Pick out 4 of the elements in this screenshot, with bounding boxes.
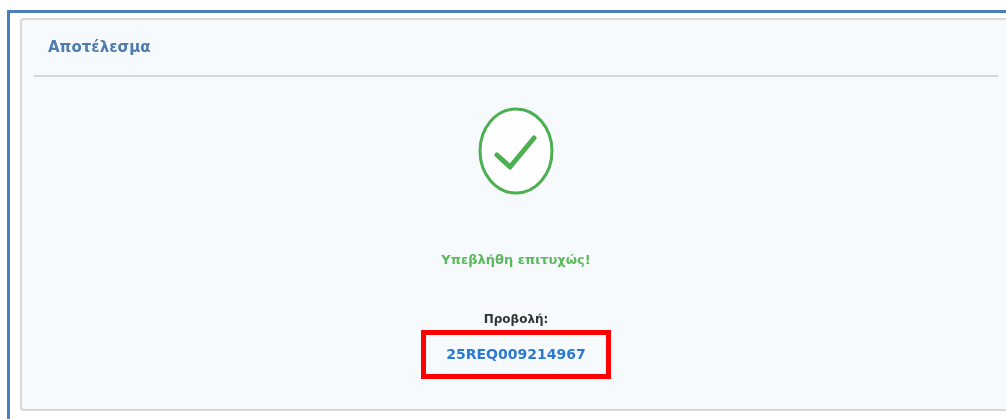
reference-link[interactable]: 25REQ009214967 xyxy=(446,343,586,365)
panel-title: Αποτέλεσμα xyxy=(48,37,151,59)
view-label: Προβολή: xyxy=(483,310,549,328)
success-message: Υπεβλήθη επιτυχώς! xyxy=(441,251,591,269)
